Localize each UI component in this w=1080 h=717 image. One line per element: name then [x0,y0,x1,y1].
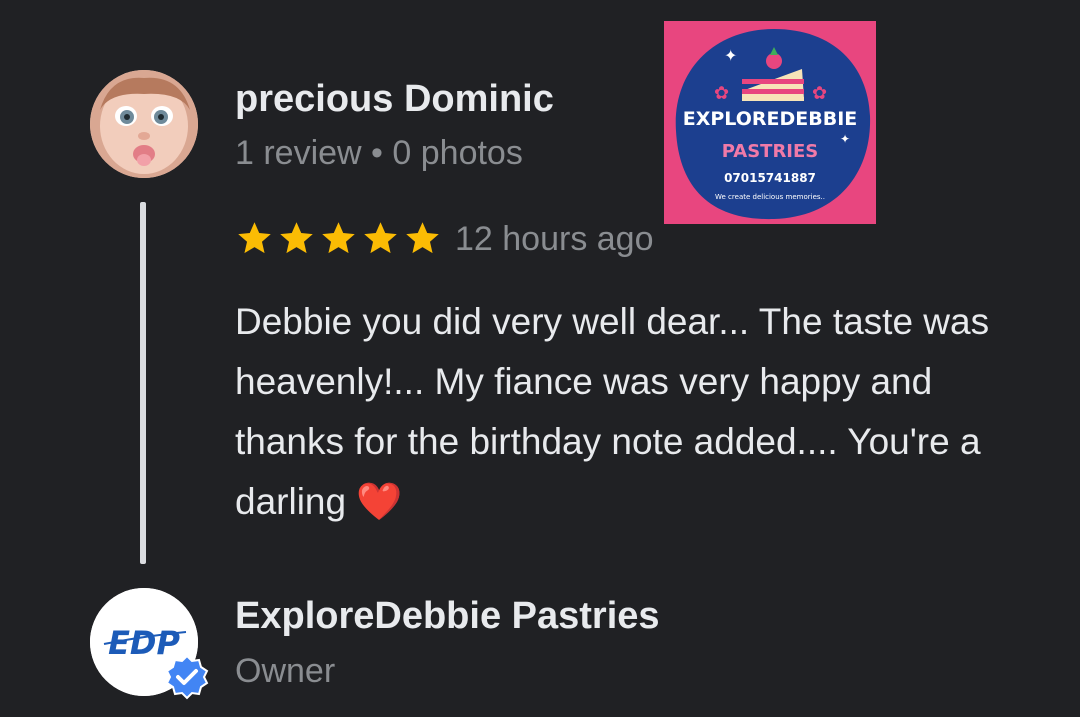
review-photo[interactable]: ✦ ✿ ✿ ✦ EXPLOREDEBBIE PASTRIES 070157418… [664,21,876,224]
review-text: Debbie you did very well dear... The tas… [235,292,1035,532]
star-icon [364,222,397,254]
review-body: Debbie you did very well dear... The tas… [235,301,990,522]
thread-line [140,202,146,564]
photo-phone: 07015741887 [724,171,816,185]
star-icon [280,222,313,254]
heart-emoji: ❤️ [356,480,403,523]
svg-text:✦: ✦ [724,46,737,65]
photo-sub: PASTRIES [722,141,819,162]
svg-text:✦: ✦ [840,132,850,146]
svg-text:✿: ✿ [714,83,729,104]
star-icon [322,222,355,254]
owner-role: Owner [235,652,336,690]
photo-brand: EXPLOREDEBBIE [683,108,858,130]
star-icon [406,222,439,254]
star-rating [235,219,442,258]
verified-check-icon [164,654,210,700]
reviewer-avatar[interactable] [90,70,198,178]
reviewer-name[interactable]: precious Dominic [235,76,554,122]
reviewer-meta: 1 review • 0 photos [235,134,523,172]
review-time: 12 hours ago [455,220,654,258]
star-icon [238,222,271,254]
svg-text:✿: ✿ [812,83,827,104]
photo-tagline: We create delicious memories.. [715,193,825,201]
owner-name[interactable]: ExploreDebbie Pastries [235,593,660,639]
